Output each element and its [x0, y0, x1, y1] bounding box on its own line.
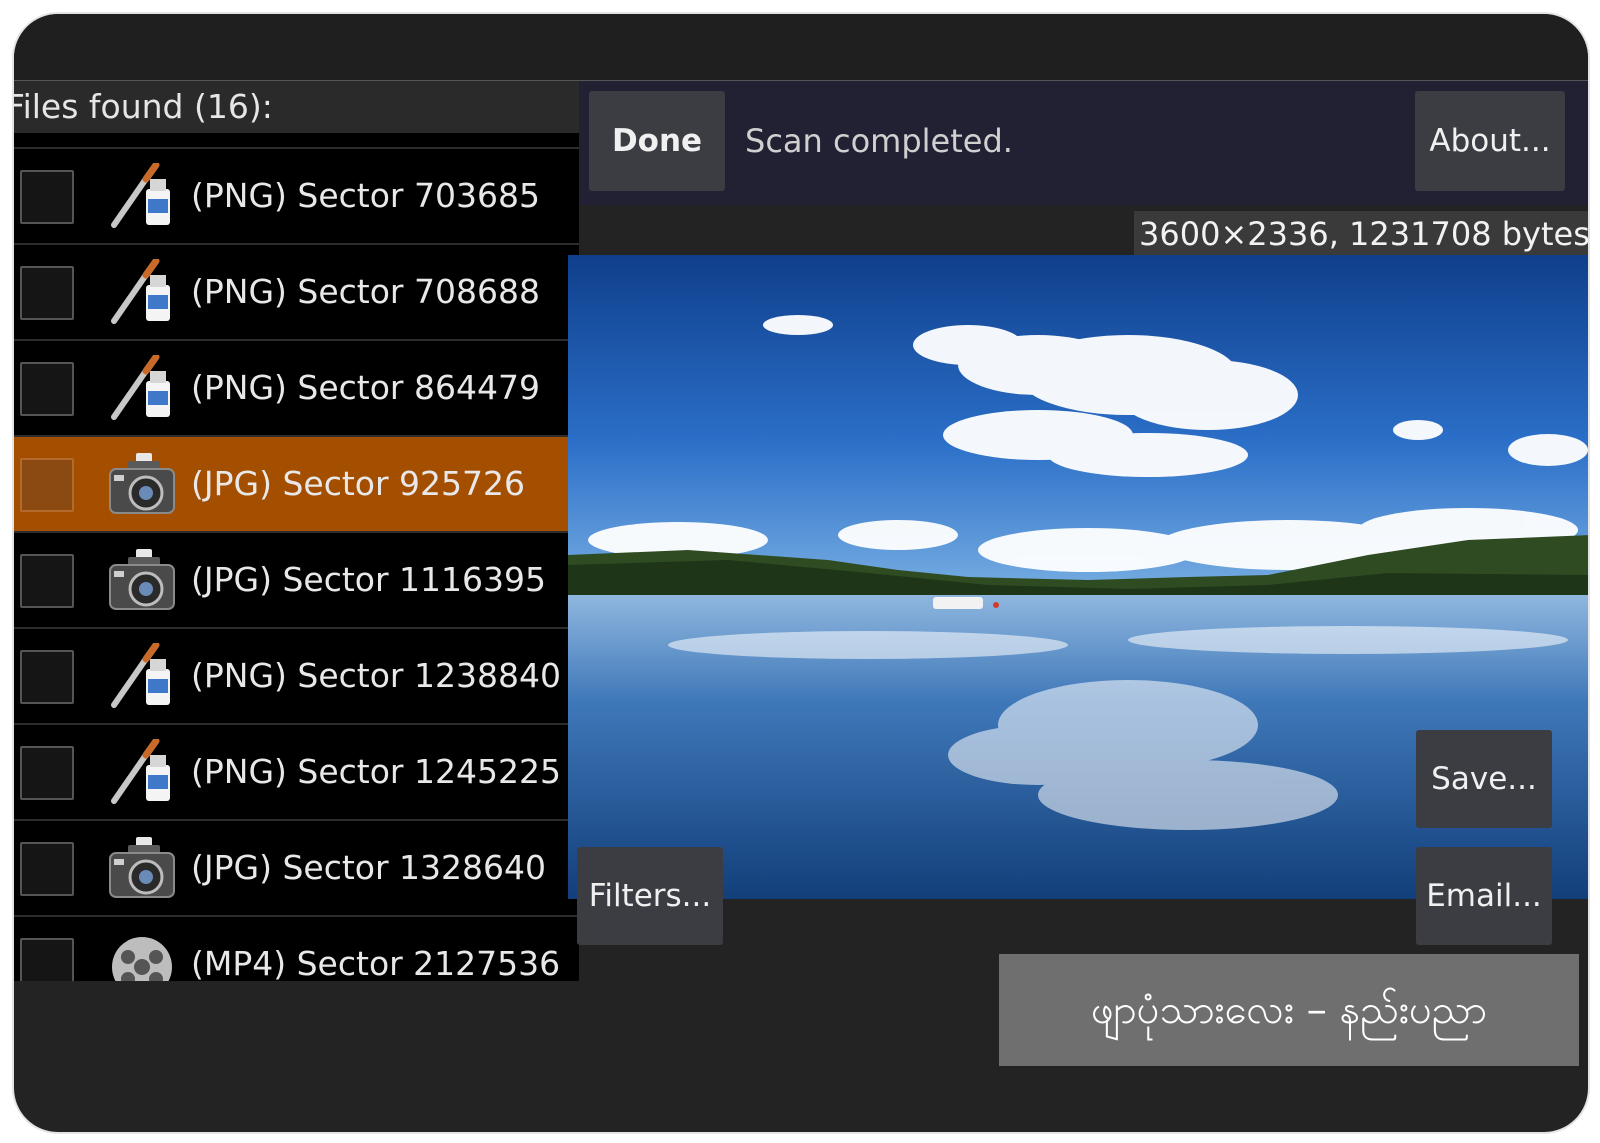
file-checkbox[interactable] — [20, 458, 74, 512]
file-row[interactable]: (JPG) Sector 1328640 — [14, 821, 579, 917]
email-button[interactable]: Email... — [1416, 847, 1552, 945]
file-checkbox[interactable] — [20, 842, 74, 896]
file-row[interactable]: (PNG) Sector 1245225 — [14, 725, 579, 821]
film-reel-icon — [106, 931, 178, 981]
camera-icon — [106, 547, 178, 613]
save-button[interactable]: Save... — [1416, 730, 1552, 828]
scan-status-text: Scan completed. — [745, 122, 1013, 160]
file-row[interactable]: (PNG) Sector 864479 — [14, 341, 579, 437]
file-row[interactable]: (PNG) Sector 703685 — [14, 149, 579, 245]
file-checkbox[interactable] — [20, 554, 74, 608]
caption-text: ဖျာပုံသားလေး – နည်းပညာ — [1091, 987, 1487, 1033]
paint-brush-icon — [106, 737, 178, 805]
about-button[interactable]: About... — [1415, 91, 1565, 191]
files-found-header: Files found (16): — [14, 81, 579, 133]
camera-icon — [106, 451, 178, 517]
file-label: (PNG) Sector 1245225 — [191, 752, 561, 791]
done-button[interactable]: Done — [589, 91, 725, 191]
file-row[interactable]: (PNG) Sector 1238840 — [14, 629, 579, 725]
top-toolbar: Done Scan completed. About... — [579, 81, 1588, 205]
file-checkbox[interactable] — [20, 266, 74, 320]
file-row[interactable]: (PNG) Sector 708688 — [14, 245, 579, 341]
device-frame: Files found (16): (PNG) Sector 703685 (PN… — [12, 12, 1590, 1134]
file-label: (PNG) Sector 703685 — [191, 176, 540, 215]
paint-brush-icon — [106, 161, 178, 229]
paint-brush-icon — [106, 353, 178, 421]
file-list: (PNG) Sector 703685 (PNG) Sector 708688 (P… — [14, 149, 579, 981]
paint-brush-icon — [106, 257, 178, 325]
file-row[interactable]: (JPG) Sector 1116395 — [14, 533, 579, 629]
file-label: (JPG) Sector 1116395 — [191, 560, 546, 599]
file-label: (PNG) Sector 708688 — [191, 272, 540, 311]
file-label: (PNG) Sector 1238840 — [191, 656, 561, 695]
image-info-label: 3600×2336, 1231708 bytes. — [1134, 211, 1588, 257]
file-label: (PNG) Sector 864479 — [191, 368, 540, 407]
file-label: (JPG) Sector 1328640 — [191, 848, 546, 887]
list-divider — [14, 133, 579, 149]
file-row[interactable]: (MP4) Sector 2127536 — [14, 917, 579, 981]
file-checkbox[interactable] — [20, 362, 74, 416]
file-checkbox[interactable] — [20, 170, 74, 224]
status-bar — [14, 14, 1588, 81]
camera-icon — [106, 835, 178, 901]
file-checkbox[interactable] — [20, 938, 74, 981]
file-list-panel: Files found (16): (PNG) Sector 703685 (PN… — [14, 81, 579, 981]
file-label: (JPG) Sector 925726 — [191, 464, 525, 503]
paint-brush-icon — [106, 641, 178, 709]
file-checkbox[interactable] — [20, 650, 74, 704]
file-label: (MP4) Sector 2127536 — [191, 944, 561, 981]
file-row[interactable]: (JPG) Sector 925726 — [14, 437, 579, 533]
file-checkbox[interactable] — [20, 746, 74, 800]
filters-button[interactable]: Filters... — [577, 847, 723, 945]
watermark-caption: ဖျာပုံသားလေး – နည်းပညာ — [999, 954, 1579, 1066]
